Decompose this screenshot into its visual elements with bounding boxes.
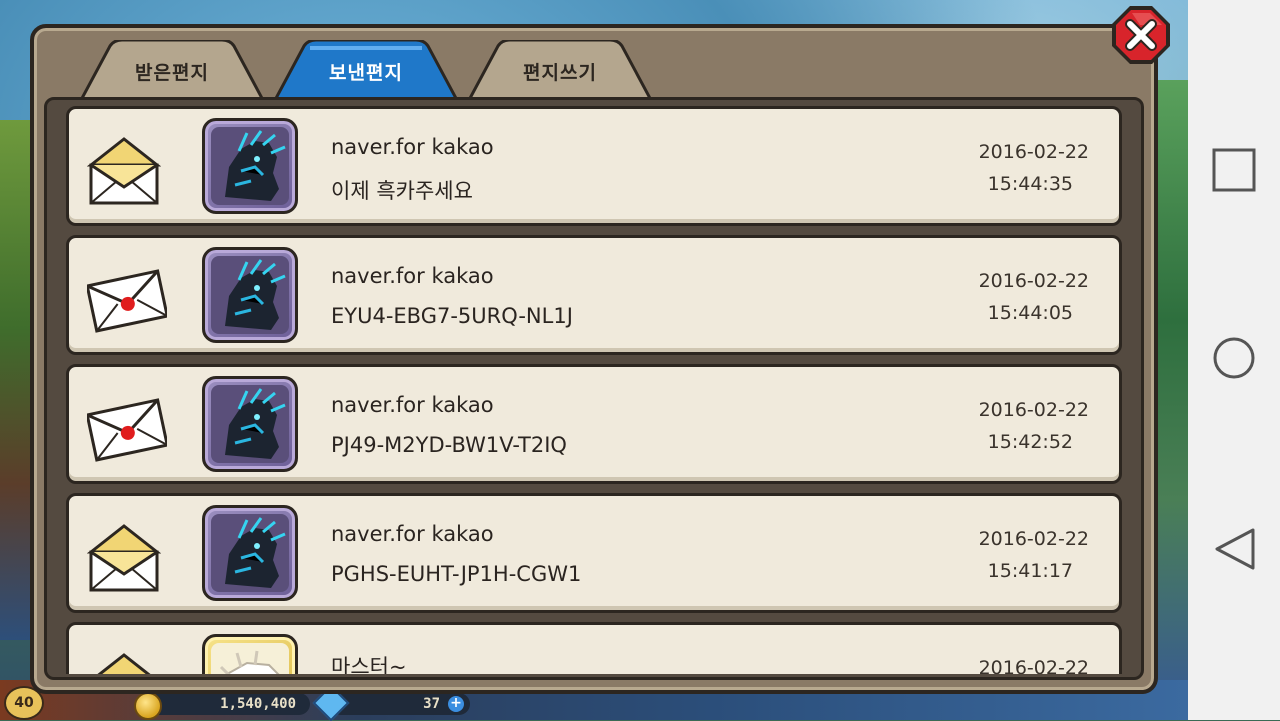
tab-received-label: 받은편지 [135,62,209,84]
sender-name: 마스터~ [331,655,407,674]
gold-counter: 1,540,400 [140,693,310,715]
letter-row[interactable]: naver.for kakao PJ49-M2YD-BW1V-T2IQ 2016… [66,364,1122,484]
sender-avatar [202,505,298,601]
sealed-envelope-icon [87,269,167,333]
letter-message: PGHS-EUHT-JP1H-CGW1 [331,562,582,586]
letters-list[interactable]: naver.for kakao 이제 흑카주세요 2016-02-22 15:4… [66,106,1122,674]
letter-row[interactable]: naver.for kakao EYU4-EBG7-5URQ-NL1J 2016… [66,235,1122,355]
sender-name: naver.for kakao [331,135,494,159]
back-button[interactable] [1188,503,1280,595]
tab-received-letters[interactable]: 받은편지 [76,40,268,102]
x-close-icon [1112,6,1170,64]
letter-date: 2016-02-22 [978,528,1089,550]
letter-date: 2016-02-22 [978,657,1089,674]
letter-row[interactable]: naver.for kakao 이제 흑카주세요 2016-02-22 15:4… [66,106,1122,226]
android-nav-bar [1188,0,1280,720]
letter-time: 15:44:35 [987,173,1073,195]
add-gems-button[interactable]: + [448,696,464,712]
letter-message: EYU4-EBG7-5URQ-NL1J [331,304,573,328]
square-icon [1212,148,1256,192]
tab-sent-letters[interactable]: 보낸편지 [270,40,462,102]
sender-name: naver.for kakao [331,393,494,417]
letter-row[interactable]: 마스터~ 2016-02-22 [66,622,1122,674]
sender-name: naver.for kakao [331,264,494,288]
letter-date: 2016-02-22 [978,270,1089,292]
tab-sent-label: 보낸편지 [329,62,403,84]
letter-time: 15:44:05 [987,302,1073,324]
dark-dragon-avatar [211,385,289,463]
sender-avatar [202,634,298,674]
sender-avatar [202,376,298,472]
gold-coin-icon [134,692,162,720]
dark-dragon-avatar [211,127,289,205]
home-button[interactable] [1188,312,1280,404]
dark-dragon-avatar [211,256,289,334]
recents-button[interactable] [1188,124,1280,216]
letter-time: 15:42:52 [987,431,1073,453]
letter-time: 15:41:17 [987,560,1073,582]
dark-dragon-avatar [211,514,289,592]
letter-row[interactable]: naver.for kakao PGHS-EUHT-JP1H-CGW1 2016… [66,493,1122,613]
opened-envelope-icon [97,653,151,674]
opened-envelope-icon [87,524,161,592]
letter-date: 2016-02-22 [978,399,1089,421]
tab-write-label: 편지쓰기 [523,62,597,84]
letter-message: 이제 흑카주세요 [331,179,473,203]
sender-avatar [202,247,298,343]
sealed-envelope-icon [87,398,167,462]
letter-message: PJ49-M2YD-BW1V-T2IQ [331,433,567,457]
white-beast-avatar [211,643,289,674]
triangle-back-icon [1215,528,1255,570]
letter-date: 2016-02-22 [978,141,1089,163]
tab-write-letter[interactable]: 편지쓰기 [464,40,656,102]
sender-avatar [202,118,298,214]
opened-envelope-icon [87,137,161,205]
circle-icon [1213,337,1255,379]
sender-name: naver.for kakao [331,522,494,546]
close-button[interactable] [1110,4,1172,66]
